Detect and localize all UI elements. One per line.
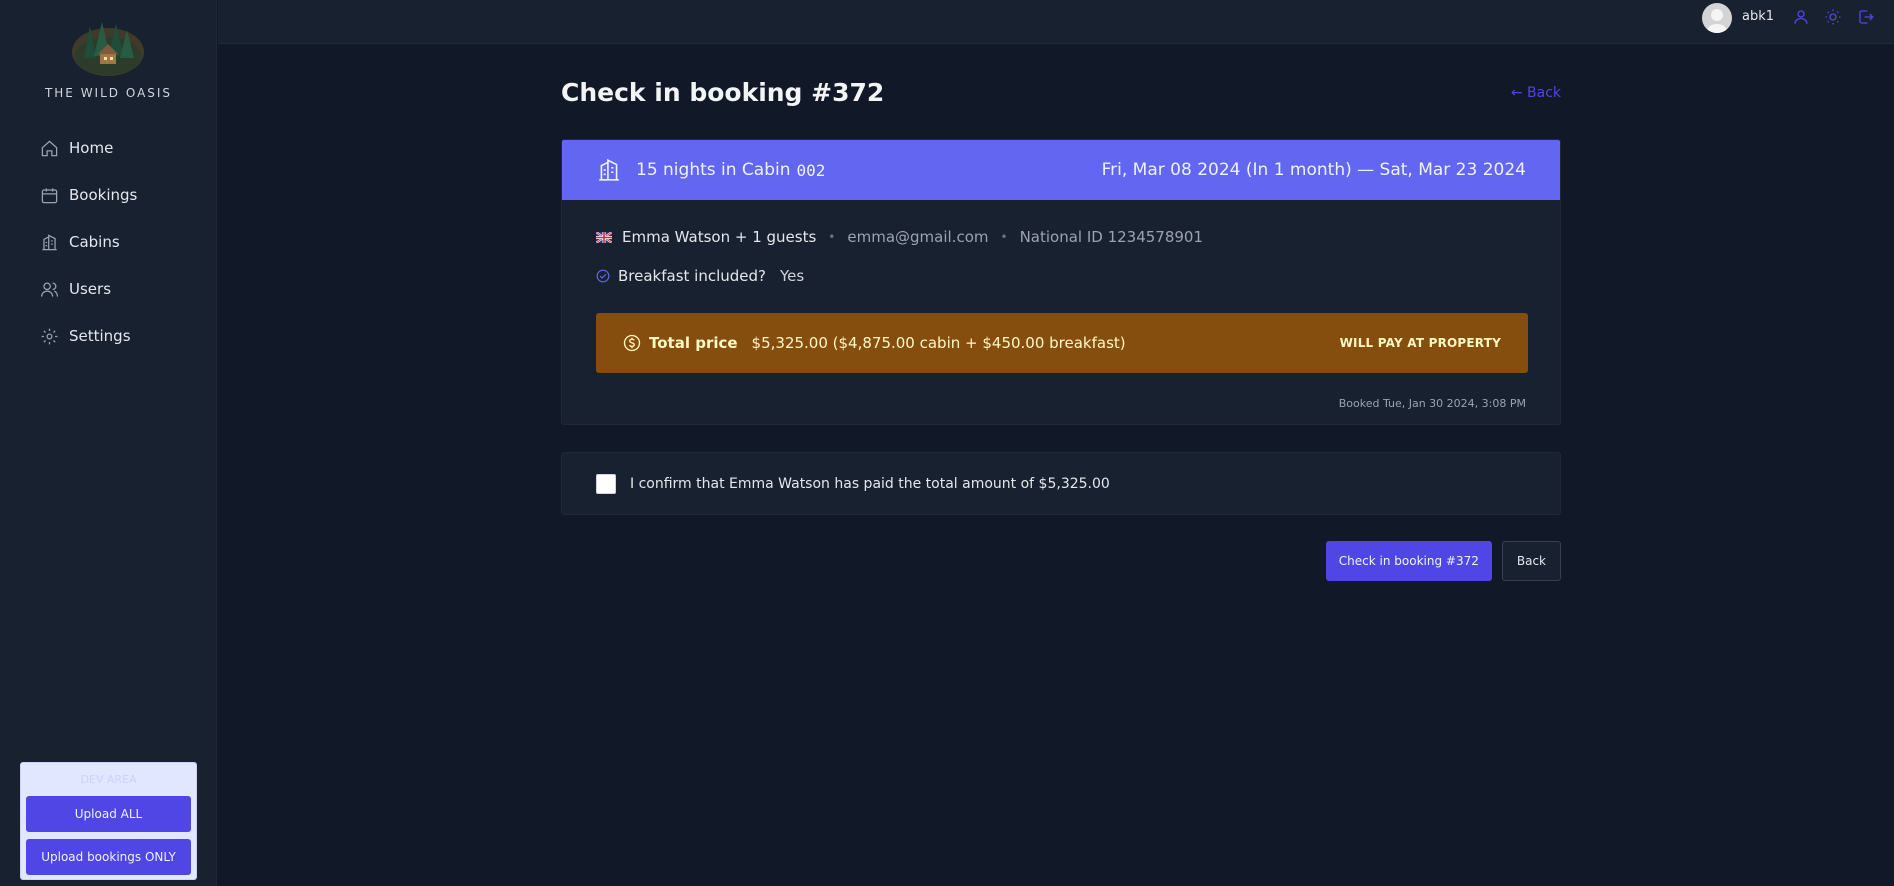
- sidebar-item-bookings[interactable]: Bookings: [28, 175, 203, 215]
- sidebar-item-label: Cabins: [69, 233, 120, 251]
- gear-icon: [41, 328, 58, 344]
- separator-dot: •: [1000, 230, 1008, 244]
- sidebar-item-home[interactable]: Home: [28, 128, 203, 168]
- calendar-icon: [41, 187, 58, 203]
- back-link[interactable]: ← Back: [1511, 85, 1561, 101]
- logout-icon[interactable]: [1857, 8, 1875, 26]
- booking-card-header: 15 nights in Cabin 002 Fri, Mar 08 2024 …: [562, 140, 1560, 200]
- sidebar: THE WILD OASIS Home Bookings Cabins User…: [0, 0, 217, 886]
- top-header: [218, 0, 1894, 44]
- upload-panel-title: DEV AREA: [80, 773, 137, 786]
- booking-dates: Fri, Mar 08 2024 (In 1 month) — Sat, Mar…: [1101, 160, 1526, 180]
- back-button[interactable]: Back: [1501, 541, 1561, 581]
- sun-icon[interactable]: [1824, 8, 1842, 26]
- confirm-paid-label[interactable]: I confirm that Emma Watson has paid the …: [630, 476, 1110, 492]
- sidebar-item-label: Bookings: [69, 186, 138, 204]
- uk-flag-icon: [596, 231, 612, 243]
- payment-status: WILL PAY AT PROPERTY: [1339, 336, 1501, 350]
- price-info: Total price $5,325.00 ($4,875.00 cabin +…: [623, 334, 1126, 352]
- building-icon: [599, 158, 619, 181]
- cabin-code: 002: [796, 160, 826, 180]
- sidebar-item-label: Users: [69, 280, 112, 298]
- logo-image: [72, 22, 144, 76]
- breakfast-value: Yes: [780, 267, 805, 285]
- separator-dot: •: [828, 230, 836, 244]
- sidebar-item-cabins[interactable]: Cabins: [28, 222, 203, 262]
- breakfast-info: Breakfast included? Yes: [596, 267, 804, 285]
- avatar-placeholder-icon: [1707, 9, 1727, 33]
- guest-name: Emma Watson + 1 guests: [622, 228, 817, 246]
- users-icon: [40, 282, 59, 297]
- main-nav: Home Bookings Cabins Users Settings: [28, 128, 203, 363]
- booking-summary: 15 nights in Cabin 002: [596, 157, 825, 183]
- avatar[interactable]: [1702, 3, 1732, 33]
- guest-email: emma@gmail.com: [847, 228, 989, 246]
- price-label: Total price: [649, 334, 738, 352]
- confirm-paid-checkbox[interactable]: [596, 473, 616, 494]
- nights-text: 15 nights in Cabin: [636, 160, 791, 180]
- guest-info: Emma Watson + 1 guests • emma@gmail.com …: [596, 228, 1203, 246]
- sidebar-item-label: Settings: [69, 327, 131, 345]
- sidebar-item-users[interactable]: Users: [28, 269, 203, 309]
- check-circle-icon: [596, 269, 610, 283]
- check-in-button[interactable]: Check in booking #372: [1325, 541, 1492, 581]
- sidebar-item-settings[interactable]: Settings: [28, 316, 203, 356]
- user-icon[interactable]: [1792, 8, 1810, 26]
- booked-timestamp: Booked Tue, Jan 30 2024, 3:08 PM: [1338, 397, 1526, 410]
- upload-bookings-button[interactable]: Upload bookings ONLY: [26, 839, 191, 875]
- dollar-icon: [623, 334, 641, 352]
- booking-detail-card: 15 nights in Cabin 002 Fri, Mar 08 2024 …: [561, 139, 1561, 425]
- logo-text: THE WILD OASIS: [44, 86, 173, 100]
- page-title: Check in booking #372: [561, 78, 885, 107]
- action-buttons: Check in booking #372 Back: [1325, 541, 1561, 581]
- building-icon: [42, 233, 57, 250]
- upload-all-button[interactable]: Upload ALL: [26, 796, 191, 832]
- sidebar-item-label: Home: [69, 139, 114, 157]
- home-icon: [41, 140, 58, 156]
- breakfast-label: Breakfast included?: [618, 267, 767, 285]
- national-id: National ID 1234578901: [1019, 228, 1204, 246]
- price-panel: Total price $5,325.00 ($4,875.00 cabin +…: [596, 313, 1528, 373]
- dev-upload-panel: DEV AREA Upload ALL Upload bookings ONLY: [20, 762, 197, 880]
- price-value: $5,325.00 ($4,875.00 cabin + $450.00 bre…: [751, 334, 1126, 352]
- payment-confirm-box: I confirm that Emma Watson has paid the …: [561, 452, 1561, 515]
- username: abk1: [1742, 9, 1775, 24]
